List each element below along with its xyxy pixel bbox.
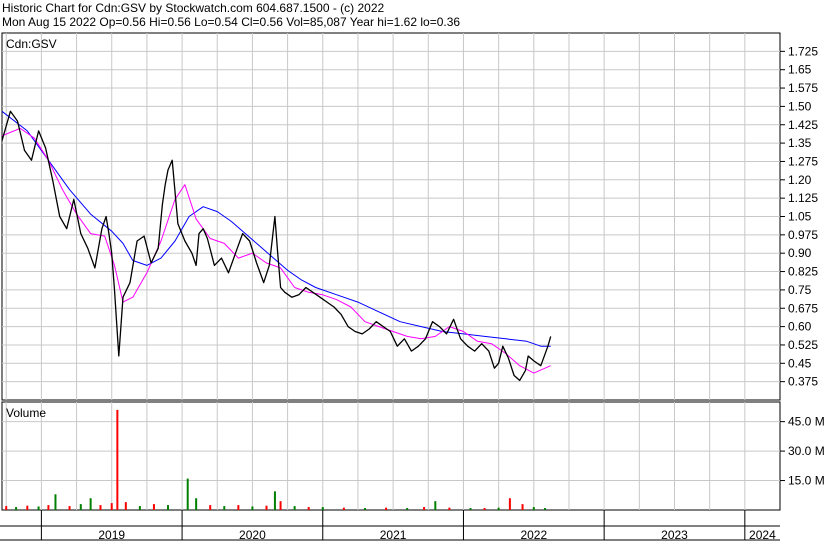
price-tick-label: 1.425 — [788, 118, 818, 132]
price-tick-label: 0.525 — [788, 338, 818, 352]
price-tick-label: 1.125 — [788, 191, 818, 205]
price-tick-label: 1.65 — [788, 63, 812, 77]
year-label: 2020 — [239, 528, 266, 542]
price-tick-label: 0.90 — [788, 246, 812, 260]
volume-axis: 45.0 M 30.0 M 15.0 M — [780, 415, 825, 488]
year-label: 2019 — [98, 528, 125, 542]
price-tick-label: 0.75 — [788, 283, 812, 297]
price-tick-label: 0.825 — [788, 265, 818, 279]
volume-panel: 45.0 M 30.0 M 15.0 M Volume — [1, 401, 825, 511]
price-tick-label: 1.725 — [788, 44, 818, 58]
price-tick-label: 1.35 — [788, 136, 812, 150]
price-tick-label: 1.50 — [788, 99, 812, 113]
price-tick-label: 0.675 — [788, 301, 818, 315]
price-tick-label: 1.05 — [788, 210, 812, 224]
price-panel-title: Cdn:GSV — [6, 37, 57, 51]
time-axis: 2019 2020 2021 2022 2023 2024 — [0, 510, 780, 542]
year-label: 2022 — [520, 528, 547, 542]
price-tick-label: 1.275 — [788, 154, 818, 168]
price-axis: 1.725 1.65 1.575 1.50 1.425 1.35 1.275 1.20 1.12… — [780, 44, 818, 389]
volume-tick-label: 30.0 M — [788, 444, 825, 458]
price-tick-label: 0.375 — [788, 375, 818, 389]
year-label: 2023 — [661, 528, 688, 542]
year-label: 2021 — [380, 528, 407, 542]
price-tick-label: 0.975 — [788, 228, 818, 242]
stock-chart: 1.725 1.65 1.575 1.50 1.425 1.35 1.275 1.20 1.12… — [0, 32, 825, 542]
price-tick-label: 0.60 — [788, 320, 812, 334]
volume-tick-label: 15.0 M — [788, 474, 825, 488]
price-panel: 1.725 1.65 1.575 1.50 1.425 1.35 1.275 1.20 1.12… — [1, 32, 818, 401]
volume-panel-title: Volume — [6, 406, 46, 420]
price-tick-label: 1.575 — [788, 81, 818, 95]
price-tick-label: 1.20 — [788, 173, 812, 187]
volume-tick-label: 45.0 M — [788, 415, 825, 429]
year-label: 2024 — [749, 528, 776, 542]
price-tick-label: 0.45 — [788, 356, 812, 370]
